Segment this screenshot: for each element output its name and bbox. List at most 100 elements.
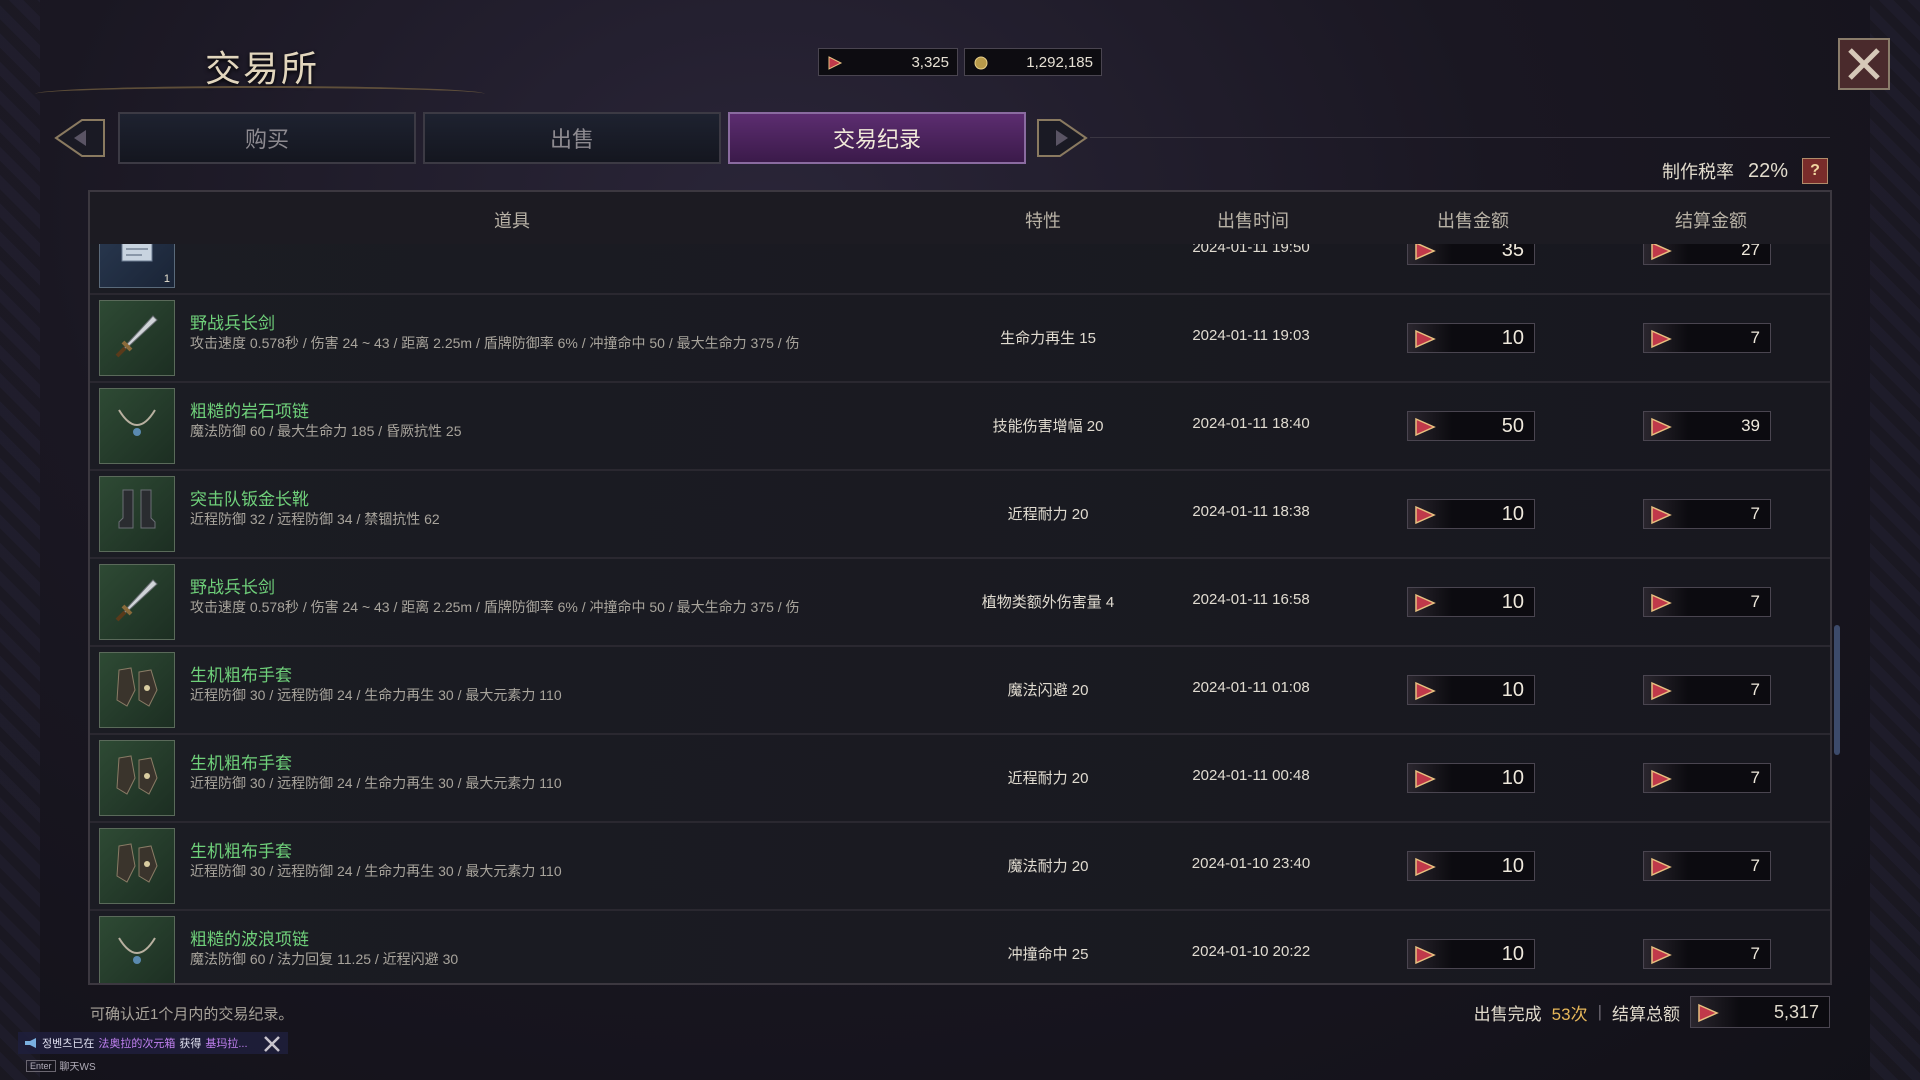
tab-buy[interactable]: 购买 <box>118 112 416 164</box>
item-trait: 魔法闪避 20 <box>1007 682 1089 699</box>
table-row[interactable]: 生机粗布手套 近程防御 30 / 远程防御 24 / 生命力再生 30 / 最大元… <box>90 823 1830 911</box>
red-gem-icon <box>1415 505 1436 525</box>
table-row[interactable]: 突击队钣金长靴 近程防御 32 / 远程防御 34 / 禁锢抗性 62 近程耐力 2… <box>90 471 1830 559</box>
item-thumbnail[interactable] <box>99 916 175 983</box>
tab-sell[interactable]: 出售 <box>423 112 721 164</box>
red-gem-icon <box>1651 244 1672 261</box>
title-ornament <box>35 86 485 102</box>
settle-price: 7 <box>1643 939 1771 969</box>
announcement-item: 基玛拉... <box>205 1038 248 1050</box>
item-name[interactable]: 粗糙的岩石项链 <box>190 397 309 422</box>
sale-time: 2024-01-11 01:08 <box>1192 679 1310 696</box>
item-stats: 近程防御 30 / 远程防御 24 / 生命力再生 30 / 最大元素力 110 <box>190 687 562 703</box>
table-row[interactable]: 生机粗布手套 近程防御 30 / 远程防御 24 / 生命力再生 30 / 最大元… <box>90 647 1830 735</box>
red-gem-icon <box>1651 769 1672 789</box>
settle-price-value: 7 <box>1750 592 1760 611</box>
item-name[interactable]: 稀有招牌纸：被战抗率大布 <box>190 244 394 246</box>
column-sale-price: 出售金额 <box>1437 211 1509 231</box>
item-name[interactable]: 粗糙的波浪项链 <box>190 925 309 950</box>
item-trait: 近程耐力 20 <box>1007 506 1089 523</box>
gloves-icon <box>109 748 165 809</box>
item-stats: 攻击速度 0.578秒 / 伤害 24 ~ 43 / 距离 2.25m / 盾牌… <box>190 335 800 351</box>
total-amount: 5,317 <box>1773 1001 1819 1022</box>
item-trait: 近程耐力 20 <box>1007 770 1089 787</box>
item-stats: 近程防御 30 / 远程防御 24 / 生命力再生 30 / 最大元素力 110 <box>190 863 562 879</box>
tab-scroll-left-ornament <box>54 119 105 157</box>
red-gem-icon <box>1415 244 1436 261</box>
sale-price: 10 <box>1407 675 1535 705</box>
table-scrollbar[interactable] <box>1834 625 1840 755</box>
item-thumbnail[interactable] <box>99 828 175 904</box>
left-border-decoration <box>0 0 40 1080</box>
red-gem-icon <box>1651 417 1672 437</box>
tab-scroll-right-ornament <box>1037 119 1088 157</box>
red-gem-icon <box>1415 945 1436 965</box>
settle-price-value: 7 <box>1750 768 1760 787</box>
item-name[interactable]: 生机粗布手套 <box>190 749 292 774</box>
gold-balance: 1,292,185 <box>964 48 1102 76</box>
close-button[interactable] <box>1838 38 1890 90</box>
sale-price: 35 <box>1407 244 1535 265</box>
scroll-icon <box>112 244 162 278</box>
announcement-prefix: 정벤츠已在 <box>42 1038 95 1050</box>
item-name[interactable]: 野战兵长剑 <box>190 309 275 334</box>
item-thumbnail[interactable] <box>99 388 175 464</box>
item-stats: 近程防御 32 / 远程防御 34 / 禁锢抗性 62 <box>190 511 440 527</box>
item-name[interactable]: 生机粗布手套 <box>190 837 292 862</box>
column-trait: 特性 <box>1025 211 1061 231</box>
sale-price: 10 <box>1407 939 1535 969</box>
item-thumbnail[interactable]: 1 <box>99 244 175 288</box>
table-row[interactable]: 野战兵长剑 攻击速度 0.578秒 / 伤害 24 ~ 43 / 距离 2.25m… <box>90 295 1830 383</box>
settle-price-value: 7 <box>1750 680 1760 699</box>
red-gem-icon <box>1651 857 1672 877</box>
item-thumbnail[interactable] <box>99 740 175 816</box>
item-trait: 植物类额外伤害量 4 <box>981 594 1115 611</box>
sale-price: 10 <box>1407 499 1535 529</box>
sale-price-value: 10 <box>1501 590 1524 613</box>
table-row[interactable]: 1 稀有招牌纸：被战抗率大布 2024-01-11 19:50 35 27 <box>90 244 1830 295</box>
table-body: 1稀有招牌纸：被战抗率大布2024-01-11 19:503527野战兵长剑攻击… <box>90 244 1830 983</box>
item-thumbnail[interactable] <box>99 652 175 728</box>
settle-price: 7 <box>1643 587 1771 617</box>
chat-hint-text: 聊天WS <box>59 1062 96 1073</box>
item-trait: 冲撞命中 25 <box>1007 946 1089 963</box>
red-gem-icon <box>1415 417 1436 437</box>
item-thumbnail[interactable] <box>99 300 175 376</box>
necklace-icon <box>109 396 165 457</box>
tax-value: 22% <box>1747 159 1788 182</box>
right-border-decoration <box>1870 0 1920 1080</box>
gold-coin-icon <box>974 56 988 70</box>
help-button[interactable]: ? <box>1802 158 1828 184</box>
sale-price: 10 <box>1407 851 1535 881</box>
sale-time: 2024-01-11 16:58 <box>1192 591 1310 608</box>
sale-price: 10 <box>1407 763 1535 793</box>
tab-history[interactable]: 交易纪录 <box>728 112 1026 164</box>
item-thumbnail[interactable] <box>99 476 175 552</box>
sold-label: 出售完成 <box>1473 1004 1542 1024</box>
item-name[interactable]: 生机粗布手套 <box>190 661 292 686</box>
table-row[interactable]: 生机粗布手套 近程防御 30 / 远程防御 24 / 生命力再生 30 / 最大元… <box>90 735 1830 823</box>
table-header: 道具 特性 出售时间 出售金额 结算金额 <box>90 192 1830 246</box>
sales-summary: 出售完成 53次 | 结算总额 5,317 <box>1474 996 1830 1028</box>
sale-time: 2024-01-11 00:48 <box>1192 767 1310 784</box>
total-amount-box: 5,317 <box>1690 996 1830 1028</box>
settle-price-value: 7 <box>1750 328 1760 347</box>
sale-price-value: 35 <box>1501 244 1524 261</box>
settle-price-value: 7 <box>1750 856 1760 875</box>
item-name[interactable]: 突击队钣金长靴 <box>190 485 309 510</box>
sale-price-value: 10 <box>1501 766 1524 789</box>
item-name[interactable]: 野战兵长剑 <box>190 573 275 598</box>
close-announcement-icon[interactable] <box>262 1034 282 1054</box>
tab-divider <box>1090 137 1830 138</box>
history-note: 可确认近1个月内的交易纪录。 <box>90 1006 294 1023</box>
table-row[interactable]: 粗糙的波浪项链 魔法防御 60 / 法力回复 11.25 / 近程闪避 30 冲撞命… <box>90 911 1830 983</box>
sale-time: 2024-01-11 18:40 <box>1192 415 1310 432</box>
item-trait: 魔法耐力 20 <box>1007 858 1089 875</box>
settle-price-value: 7 <box>1750 504 1760 523</box>
item-thumbnail[interactable] <box>99 564 175 640</box>
item-stats: 魔法防御 60 / 最大生命力 185 / 昏厥抗性 25 <box>190 423 462 439</box>
sale-price: 10 <box>1407 587 1535 617</box>
sale-time: 2024-01-11 19:03 <box>1192 327 1310 344</box>
table-row[interactable]: 粗糙的岩石项链 魔法防御 60 / 最大生命力 185 / 昏厥抗性 25 技能伤害… <box>90 383 1830 471</box>
table-row[interactable]: 野战兵长剑 攻击速度 0.578秒 / 伤害 24 ~ 43 / 距离 2.25m… <box>90 559 1830 647</box>
